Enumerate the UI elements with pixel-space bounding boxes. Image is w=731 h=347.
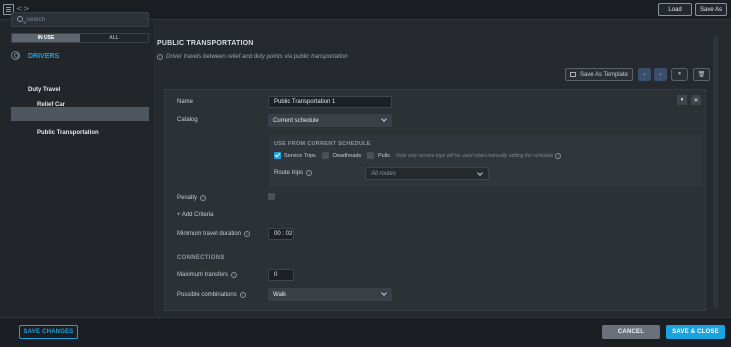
pause-icon: ⏸ bbox=[680, 96, 684, 103]
max-transfers-field[interactable]: 0 bbox=[268, 269, 294, 281]
route-trips-label: Route trips i bbox=[274, 170, 313, 176]
service-trips-label: Service Trips bbox=[284, 153, 316, 159]
deadheads-label: Deadheads bbox=[333, 153, 362, 159]
penalty-checkbox[interactable] bbox=[268, 193, 275, 200]
route-trips-select[interactable]: All routes bbox=[365, 167, 489, 180]
info-icon: i bbox=[200, 195, 207, 201]
info-icon: i bbox=[157, 54, 163, 60]
search-icon bbox=[17, 16, 23, 22]
name-label: Name bbox=[177, 99, 194, 105]
add-criteria-link[interactable]: + Add Criteria bbox=[177, 212, 214, 218]
possible-combinations-text: Possible combinations bbox=[177, 292, 237, 298]
info-icon: i bbox=[239, 292, 246, 298]
save-changes-button[interactable]: SAVE CHANGES bbox=[19, 325, 78, 339]
pause-icon: ⏸ bbox=[677, 71, 681, 77]
person-icon bbox=[11, 51, 20, 60]
tab-in-use[interactable]: IN USE bbox=[12, 34, 80, 42]
catalog-label: Catalog bbox=[177, 117, 198, 123]
cancel-button[interactable]: CANCEL bbox=[602, 325, 660, 339]
save-and-close-button[interactable]: SAVE & CLOSE bbox=[666, 325, 725, 339]
min-travel-text: Minimum travel duration bbox=[177, 231, 242, 237]
catalog-select[interactable]: Current schedule bbox=[268, 114, 392, 127]
tab-all[interactable]: ALL bbox=[80, 34, 148, 42]
note-text: Note only service trips will be used whe… bbox=[396, 153, 554, 159]
connections-heading: CONNECTIONS bbox=[177, 255, 225, 261]
name-field[interactable]: Public Transportation 1 bbox=[268, 96, 392, 108]
segment-control: IN USE ALL bbox=[11, 33, 149, 43]
pause-panel-button[interactable]: ⏸ bbox=[677, 95, 687, 105]
template-icon bbox=[570, 72, 577, 77]
pulls-label: Pulls bbox=[378, 153, 390, 159]
load-button[interactable]: Load bbox=[658, 3, 692, 16]
max-transfers-text: Maximum transfers bbox=[177, 272, 229, 278]
info-icon: i bbox=[231, 272, 238, 278]
save-as-template-label: Save As Template bbox=[580, 71, 628, 78]
tree-item-public-transportation[interactable]: Public Transportation bbox=[37, 130, 99, 136]
save-as-button[interactable]: Save As bbox=[695, 3, 727, 16]
pulls-checkbox[interactable] bbox=[367, 152, 374, 159]
min-travel-label: Minimum travel duration i bbox=[177, 231, 251, 237]
next-button[interactable]: › bbox=[654, 68, 667, 81]
chevron-down-icon bbox=[477, 170, 483, 176]
catalog-value: Current schedule bbox=[273, 117, 319, 124]
tree-group-drivers[interactable]: DRIVERS bbox=[28, 53, 59, 60]
possible-combinations-label: Possible combinations i bbox=[177, 292, 246, 298]
scrollbar[interactable] bbox=[713, 36, 718, 308]
tree-item-selected-bg[interactable] bbox=[11, 107, 149, 121]
chevron-down-icon bbox=[381, 290, 387, 296]
service-trips-checkbox[interactable] bbox=[274, 152, 281, 159]
tree-item-duty-travel[interactable]: Duty Travel bbox=[28, 87, 60, 93]
max-transfers-label: Maximum transfers i bbox=[177, 272, 238, 278]
info-icon: i bbox=[244, 231, 251, 237]
possible-combinations-value: Walk bbox=[273, 291, 287, 298]
description-text: Driver travels between relief and duty p… bbox=[166, 54, 348, 60]
page-description: i Driver travels between relief and duty… bbox=[157, 54, 348, 60]
trash-icon: 🗑 bbox=[697, 72, 706, 78]
route-trips-text: Route trips bbox=[274, 170, 304, 176]
penalty-text: Penalty bbox=[177, 195, 198, 201]
chevron-down-icon bbox=[381, 116, 387, 122]
prev-icon: ‹ bbox=[643, 71, 646, 78]
save-as-template-button[interactable]: Save As Template bbox=[565, 68, 633, 81]
possible-combinations-select[interactable]: Walk bbox=[268, 288, 392, 301]
penalty-label: Penalty i bbox=[177, 195, 207, 201]
page-title: PUBLIC TRANSPORTATION bbox=[157, 40, 254, 47]
schedule-note: Note only service trips will be used whe… bbox=[396, 153, 562, 159]
info-icon: i bbox=[306, 170, 313, 176]
use-from-schedule-heading: USE FROM CURRENT SCHEDULE bbox=[274, 141, 371, 147]
sidebar bbox=[0, 20, 154, 317]
prev-button[interactable]: ‹ bbox=[638, 68, 651, 81]
next-icon: › bbox=[659, 71, 662, 78]
search-box[interactable] bbox=[11, 12, 149, 27]
deadheads-checkbox[interactable] bbox=[322, 152, 329, 159]
info-icon: i bbox=[555, 153, 562, 159]
search-input[interactable] bbox=[26, 14, 146, 26]
delete-button[interactable]: 🗑 bbox=[693, 68, 710, 81]
route-trips-value: All routes bbox=[371, 170, 397, 177]
close-icon: ✕ bbox=[693, 97, 699, 104]
close-panel-button[interactable]: ✕ bbox=[691, 95, 701, 105]
pause-button[interactable]: ⏸ bbox=[671, 68, 688, 81]
form-panel bbox=[164, 89, 706, 311]
min-travel-field[interactable]: 00 : 02 bbox=[268, 228, 294, 240]
